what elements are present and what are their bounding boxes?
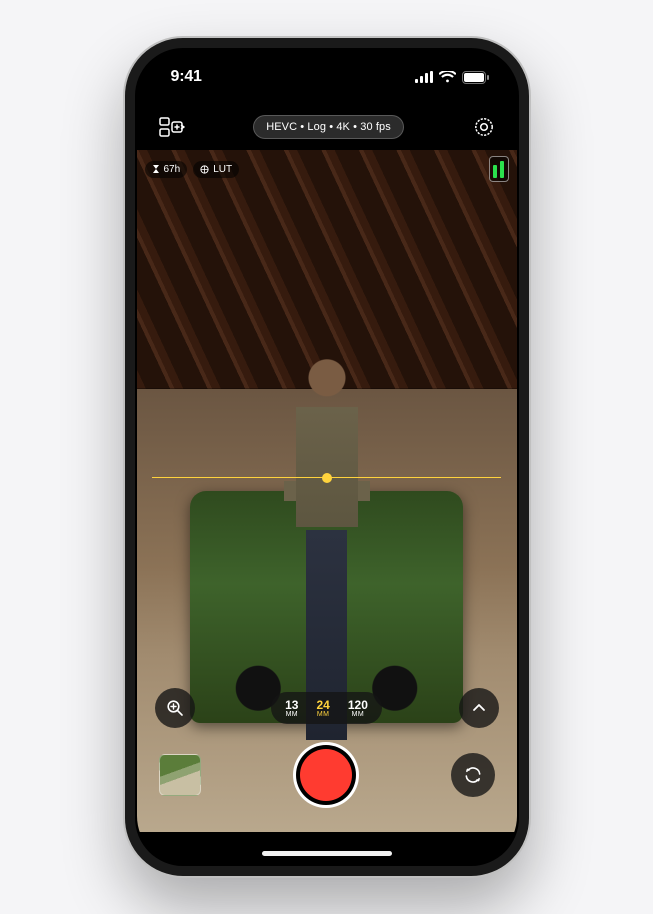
screen: 9:41: [137, 50, 517, 864]
lens-option-13mm[interactable]: 13 MM: [277, 695, 306, 721]
home-indicator[interactable]: [262, 851, 392, 856]
controls-lower: [137, 742, 517, 808]
status-time: 9:41: [171, 68, 202, 86]
battery-icon: [462, 71, 489, 84]
controls-upper: 13 MM 24 MM 120 MM: [137, 688, 517, 728]
lens-unit: MM: [285, 711, 298, 718]
side-button-power: [529, 258, 531, 348]
flip-camera-icon: [463, 765, 483, 785]
settings-icon[interactable]: [473, 116, 495, 138]
flip-camera-button[interactable]: [451, 753, 495, 797]
wifi-icon: [439, 71, 456, 83]
viewfinder-top-overlay: 67h LUT: [145, 156, 509, 182]
chevron-up-icon: [471, 700, 487, 716]
lens-value: 120: [348, 699, 368, 711]
lens-value: 24: [316, 699, 329, 711]
status-right: [415, 71, 489, 84]
horizon-level: [152, 477, 502, 478]
audio-meter[interactable]: [489, 156, 509, 182]
viewfinder[interactable]: 67h LUT: [137, 150, 517, 832]
expand-controls-button[interactable]: [459, 688, 499, 728]
side-button-vol-down: [123, 318, 125, 376]
zoom-button[interactable]: [155, 688, 195, 728]
app-header: HEVC • Log • 4K • 30 fps: [137, 104, 517, 150]
viewfinder-image: 67h LUT: [137, 150, 517, 832]
phone-frame: 9:41: [123, 36, 531, 878]
side-button-vol-up: [123, 248, 125, 306]
recording-time-badge[interactable]: 67h: [145, 161, 188, 178]
last-clip-thumbnail[interactable]: [159, 754, 201, 796]
lens-unit: MM: [316, 711, 329, 718]
side-button-silence: [123, 198, 125, 228]
lens-option-120mm[interactable]: 120 MM: [340, 695, 376, 721]
lut-icon: [200, 165, 209, 174]
dynamic-island: [268, 62, 386, 96]
magnifier-plus-icon: [166, 699, 184, 717]
lens-value: 13: [285, 699, 298, 711]
lens-selector: 13 MM 24 MM 120 MM: [271, 692, 382, 724]
hourglass-icon: [152, 164, 160, 174]
library-icon[interactable]: [159, 117, 185, 137]
lut-badge[interactable]: LUT: [193, 161, 239, 178]
record-button[interactable]: [293, 742, 359, 808]
lut-label: LUT: [213, 164, 232, 175]
recording-time-value: 67h: [164, 164, 181, 175]
cellular-icon: [415, 71, 433, 83]
lens-unit: MM: [348, 711, 368, 718]
format-pill[interactable]: HEVC • Log • 4K • 30 fps: [253, 115, 404, 139]
lens-option-24mm[interactable]: 24 MM: [308, 695, 337, 721]
